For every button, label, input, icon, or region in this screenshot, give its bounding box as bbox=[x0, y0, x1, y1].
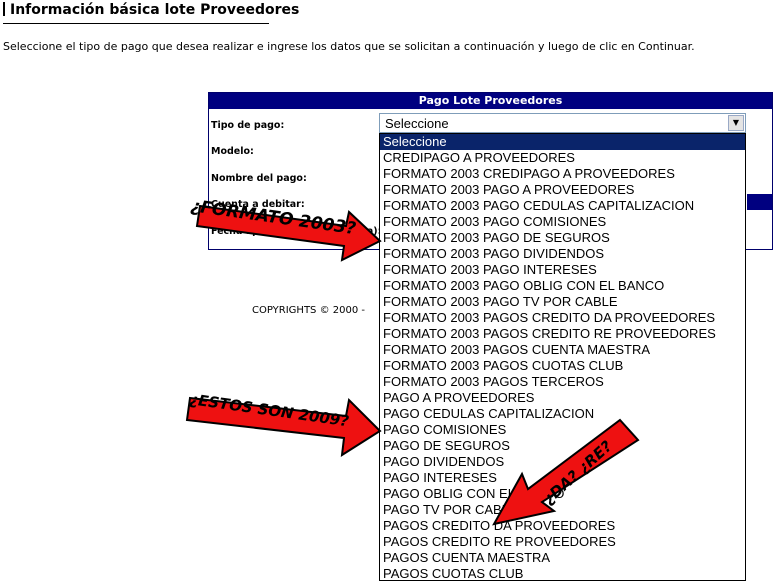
dropdown-option[interactable]: PAGO COMISIONES bbox=[380, 422, 745, 438]
dropdown-option[interactable]: PAGO TV POR CABLE bbox=[380, 502, 745, 518]
dropdown-option[interactable]: PAGO DIVIDENDOS bbox=[380, 454, 745, 470]
dropdown-option[interactable]: FORMATO 2003 CREDIPAGO A PROVEEDORES bbox=[380, 166, 745, 182]
dropdown-option[interactable]: PAGOS CUOTAS CLUB bbox=[380, 566, 745, 580]
dropdown-option[interactable]: FORMATO 2003 PAGOS TERCEROS bbox=[380, 374, 745, 390]
instructions-text: Seleccione el tipo de pago que desea rea… bbox=[3, 40, 695, 53]
tipo-pago-select[interactable]: Seleccione ▼ bbox=[379, 113, 746, 133]
chevron-down-icon[interactable]: ▼ bbox=[728, 115, 744, 131]
dropdown-option[interactable]: CREDIPAGO A PROVEEDORES bbox=[380, 150, 745, 166]
label-modelo: Modelo: bbox=[211, 146, 254, 157]
label-cuenta-debitar: Cuenta a debitar: bbox=[211, 199, 305, 210]
dropdown-option[interactable]: FORMATO 2003 PAGO A PROVEEDORES bbox=[380, 182, 745, 198]
title-underline bbox=[3, 23, 269, 24]
dropdown-option[interactable]: FORMATO 2003 PAGOS CREDITO DA PROVEEDORE… bbox=[380, 310, 745, 326]
dropdown-option[interactable]: PAGO DE SEGUROS bbox=[380, 438, 745, 454]
dropdown-option[interactable]: FORMATO 2003 PAGOS CUENTA MAESTRA bbox=[380, 342, 745, 358]
dropdown-option[interactable]: PAGO CEDULAS CAPITALIZACION bbox=[380, 406, 745, 422]
dropdown-option[interactable]: FORMATO 2003 PAGO OBLIG CON EL BANCO bbox=[380, 278, 745, 294]
dropdown-option[interactable]: PAGOS CREDITO RE PROVEEDORES bbox=[380, 534, 745, 550]
dropdown-option[interactable]: FORMATO 2003 PAGO INTERESES bbox=[380, 262, 745, 278]
label-fecha-aplicacion: Fecha aplicación (dd/mm/aaaa): bbox=[211, 226, 382, 237]
dropdown-option[interactable]: FORMATO 2003 PAGO DIVIDENDOS bbox=[380, 246, 745, 262]
title-bar-marker bbox=[3, 2, 5, 16]
dropdown-option[interactable]: PAGOS CUENTA MAESTRA bbox=[380, 550, 745, 566]
tipo-pago-dropdown-list[interactable]: Seleccione CREDIPAGO A PROVEEDORES FORMATO… bbox=[379, 133, 746, 581]
page-title-text: Información básica lote Proveedores bbox=[10, 2, 300, 18]
panel-header: Pago Lote Proveedores bbox=[209, 93, 772, 109]
dropdown-option[interactable]: FORMATO 2003 PAGO CEDULAS CAPITALIZACION bbox=[380, 198, 745, 214]
annotation-estos-2009: ¿ESTOS SON 2009? bbox=[185, 390, 382, 457]
label-tipo-pago: Tipo de pago: bbox=[211, 120, 285, 131]
dropdown-option[interactable]: FORMATO 2003 PAGO DE SEGUROS bbox=[380, 230, 745, 246]
dropdown-option[interactable]: PAGO A PROVEEDORES bbox=[380, 390, 745, 406]
annotation-estos-text: ¿ESTOS SON 2009? bbox=[188, 390, 350, 430]
dropdown-option[interactable]: PAGO OBLIG CON EL BANCO bbox=[380, 486, 745, 502]
panel-section-strip bbox=[747, 194, 772, 210]
tipo-pago-select-value: Seleccione bbox=[385, 116, 449, 131]
dropdown-option[interactable]: FORMATO 2003 PAGOS CREDITO RE PROVEEDORE… bbox=[380, 326, 745, 342]
dropdown-option[interactable]: PAGOS CREDITO DA PROVEEDORES bbox=[380, 518, 745, 534]
page-title: Información básica lote Proveedores bbox=[3, 2, 299, 18]
dropdown-option[interactable]: Seleccione bbox=[380, 134, 745, 150]
dropdown-option[interactable]: FORMATO 2003 PAGO TV POR CABLE bbox=[380, 294, 745, 310]
dropdown-option[interactable]: PAGO INTERESES bbox=[380, 470, 745, 486]
dropdown-option[interactable]: FORMATO 2003 PAGOS CUOTAS CLUB bbox=[380, 358, 745, 374]
arrow-icon bbox=[185, 396, 382, 457]
label-nombre-pago: Nombre del pago: bbox=[211, 173, 307, 184]
copyright-text: COPYRIGHTS © 2000 - bbox=[252, 305, 365, 316]
dropdown-option[interactable]: FORMATO 2003 PAGO COMISIONES bbox=[380, 214, 745, 230]
